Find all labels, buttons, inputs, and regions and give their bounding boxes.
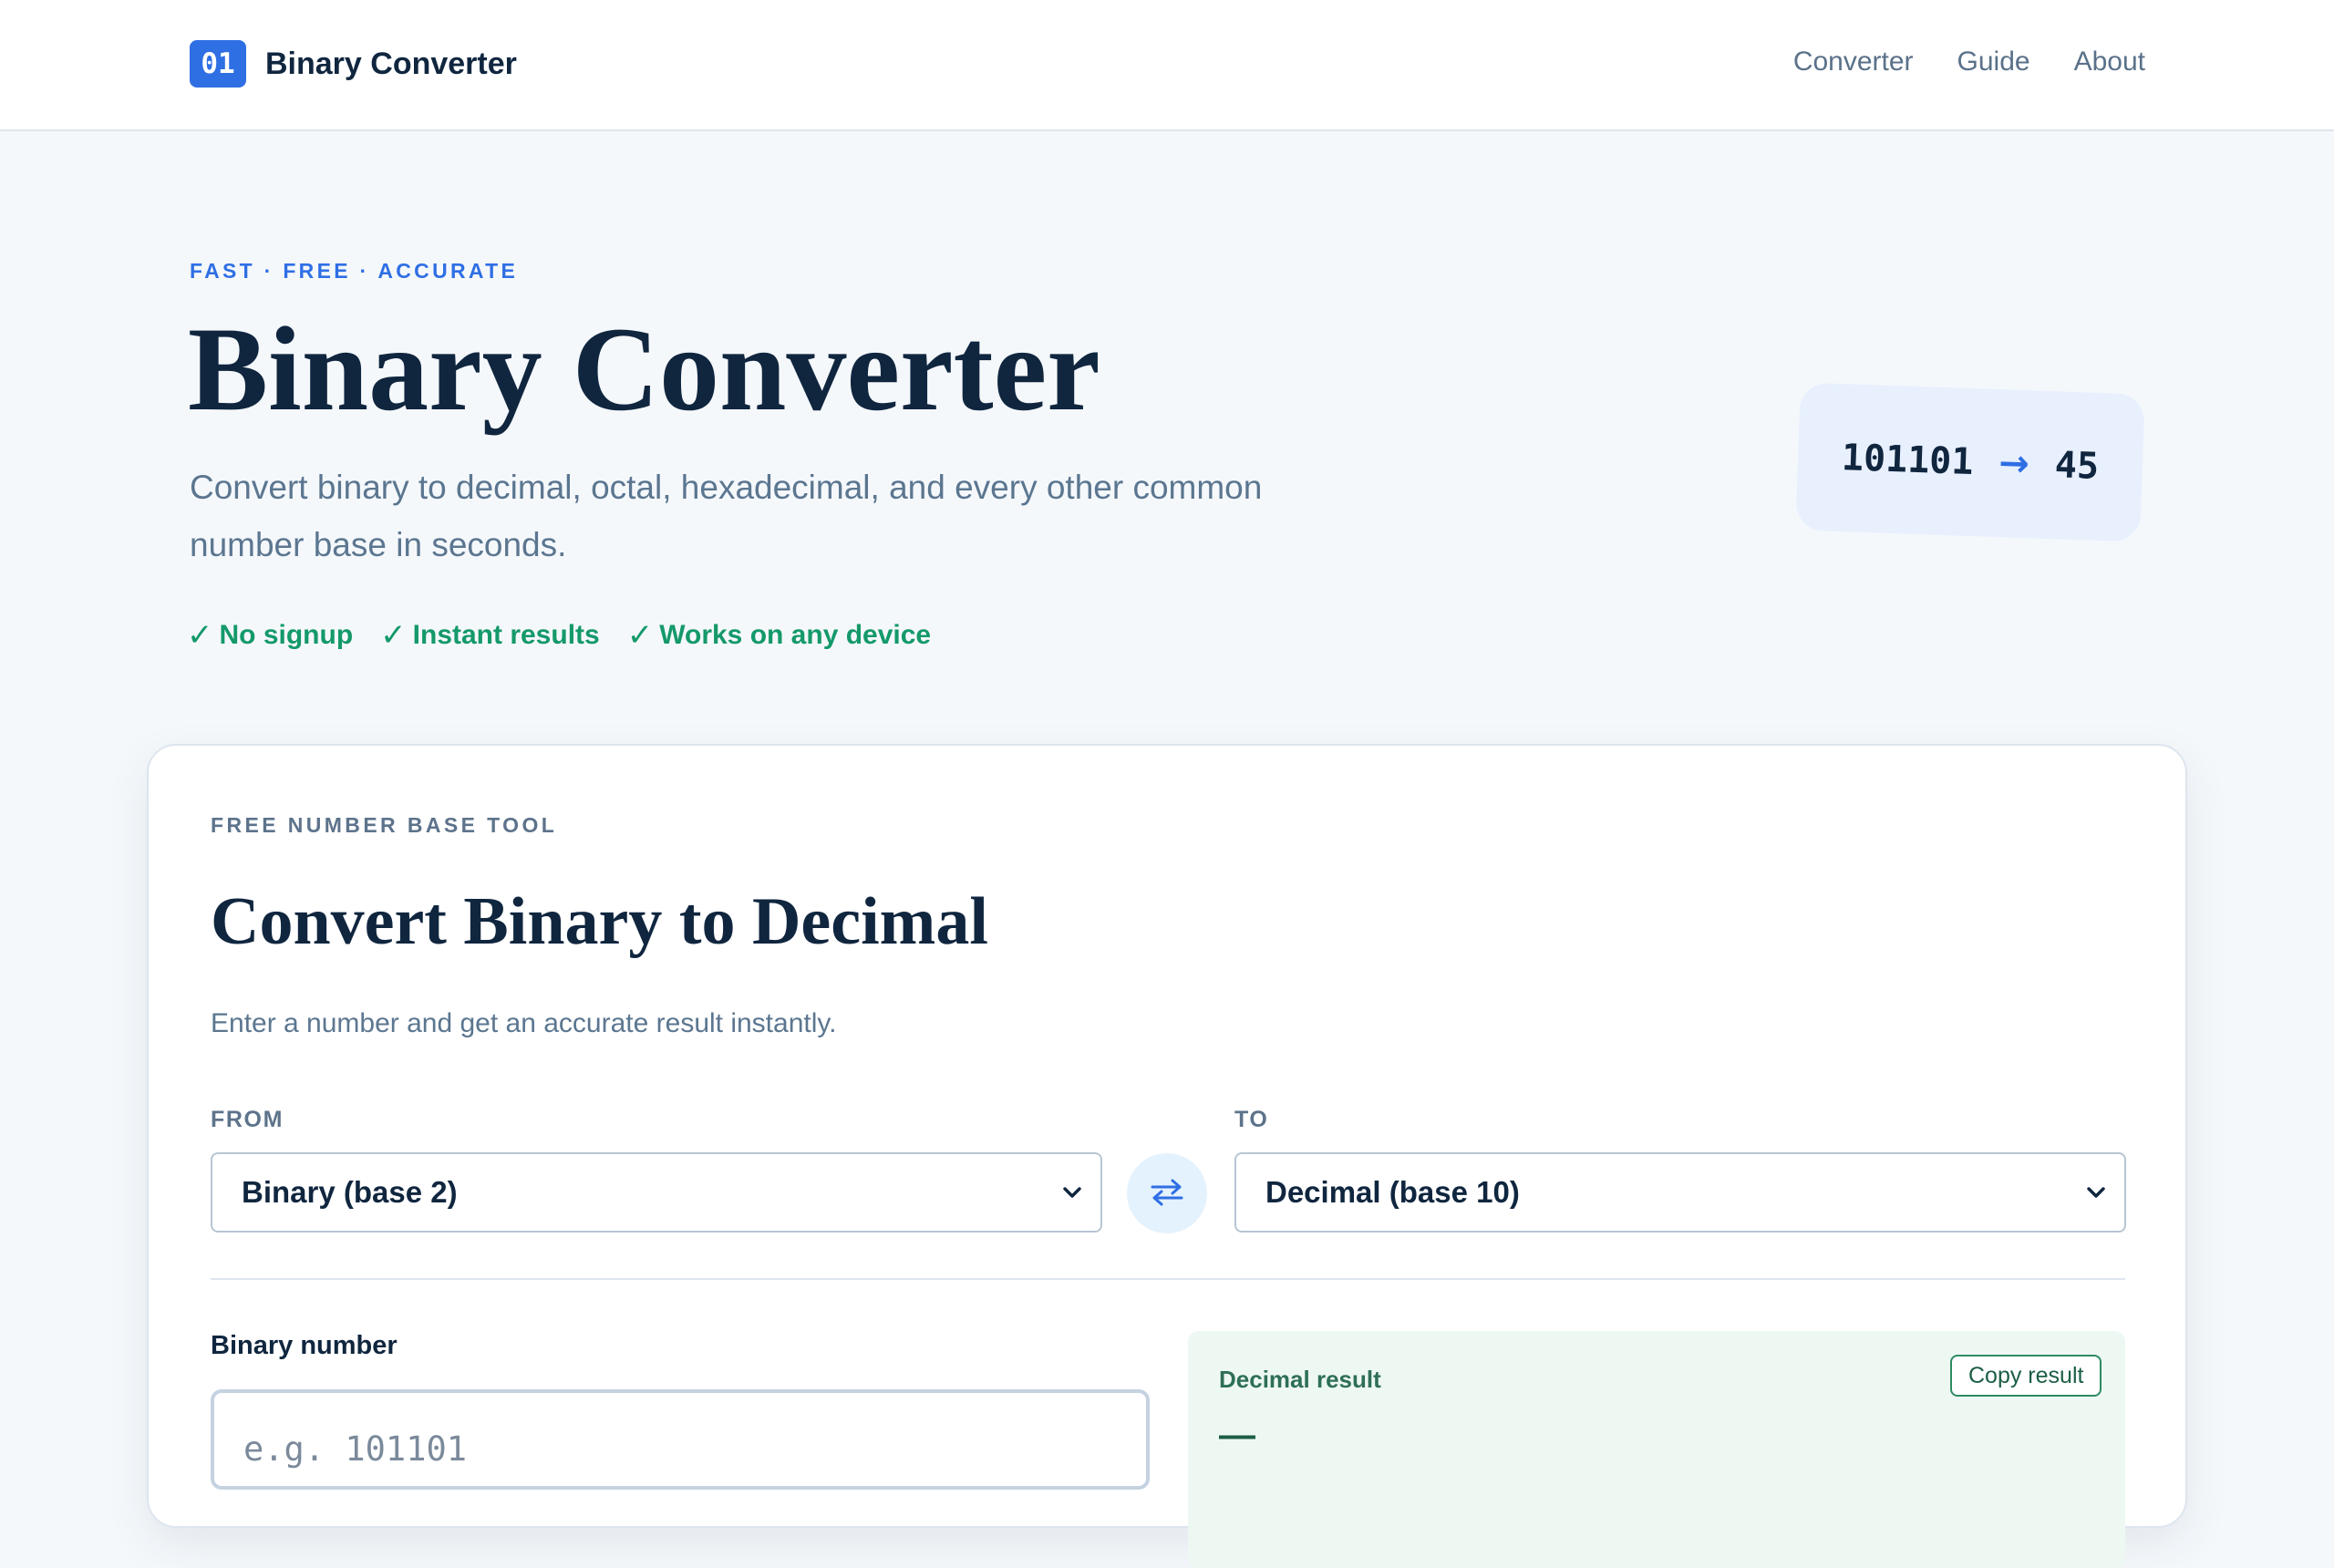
arrow-right-icon: →	[1998, 442, 2030, 486]
hero-title: Binary Converter	[188, 302, 1100, 436]
converter-eyebrow: FREE NUMBER BASE TOOL	[211, 813, 558, 837]
result-label: Decimal result	[1219, 1366, 1381, 1393]
binary-input-label: Binary number	[211, 1331, 398, 1360]
to-base-value: Decimal (base 10)	[1265, 1175, 1520, 1209]
from-label: FROM	[211, 1107, 284, 1132]
binary-number-input[interactable]	[211, 1389, 1150, 1490]
main-nav: Converter Guide About	[1793, 42, 2145, 82]
feature-label: Instant results	[412, 620, 600, 650]
brand[interactable]: 01 Binary Converter	[190, 40, 517, 88]
converter-card: FREE NUMBER BASE TOOL Convert Binary to …	[147, 744, 2187, 1568]
copy-result-button[interactable]: Copy result	[1950, 1355, 2102, 1397]
feature-item: ✓ No signup	[187, 620, 353, 651]
swap-arrows-icon	[1149, 1177, 1185, 1211]
site-header: 01 Binary Converter Converter Guide Abou…	[0, 0, 2334, 131]
result-panel: Decimal result Copy result —	[1188, 1331, 2125, 1568]
section-divider	[211, 1278, 2125, 1280]
nav-about-link[interactable]: About	[2074, 42, 2145, 82]
converter-subtitle: Enter a number and get an accurate resul…	[211, 1008, 837, 1038]
hero-eyebrow: FAST · FREE · ACCURATE	[190, 259, 519, 283]
swap-bases-button[interactable]	[1127, 1153, 1207, 1233]
check-icon: ✓	[187, 618, 213, 653]
feature-list: ✓ No signup ✓ Instant results ✓ Works on…	[187, 620, 931, 651]
feature-item: ✓ Instant results	[380, 620, 600, 651]
conversion-example-badge: 101101 → 45	[1795, 382, 2145, 542]
check-icon: ✓	[626, 618, 654, 653]
brand-name: Binary Converter	[265, 46, 517, 81]
brand-logo: 01	[190, 40, 246, 88]
nav-guide-link[interactable]: Guide	[1957, 42, 2030, 82]
feature-item: ✓ Works on any device	[627, 620, 931, 651]
from-base-select[interactable]: Binary (base 2)	[211, 1152, 1102, 1233]
from-base-value: Binary (base 2)	[242, 1175, 458, 1209]
chevron-down-icon	[1060, 1181, 1084, 1204]
badge-binary-value: 101101	[1841, 437, 1975, 484]
feature-label: Works on any device	[659, 620, 932, 650]
result-value: —	[1219, 1415, 1255, 1455]
badge-decimal-value: 45	[2054, 444, 2100, 488]
chevron-down-icon	[2084, 1181, 2108, 1204]
to-label: TO	[1234, 1107, 1269, 1132]
feature-label: No signup	[219, 620, 354, 650]
nav-converter-link[interactable]: Converter	[1793, 42, 1914, 82]
converter-title: Convert Binary to Decimal	[211, 884, 988, 959]
to-base-select[interactable]: Decimal (base 10)	[1234, 1152, 2126, 1233]
check-icon: ✓	[380, 618, 407, 653]
hero-subtitle: Convert binary to decimal, octal, hexade…	[190, 469, 1263, 563]
